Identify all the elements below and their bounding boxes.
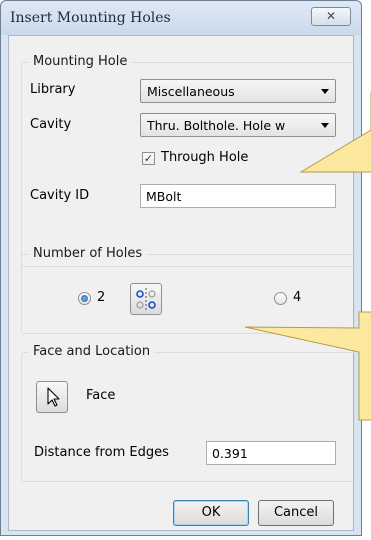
callout-top: [299, 91, 371, 173]
callout-bottom: [244, 311, 371, 421]
callout-overlay: [244, 91, 371, 421]
